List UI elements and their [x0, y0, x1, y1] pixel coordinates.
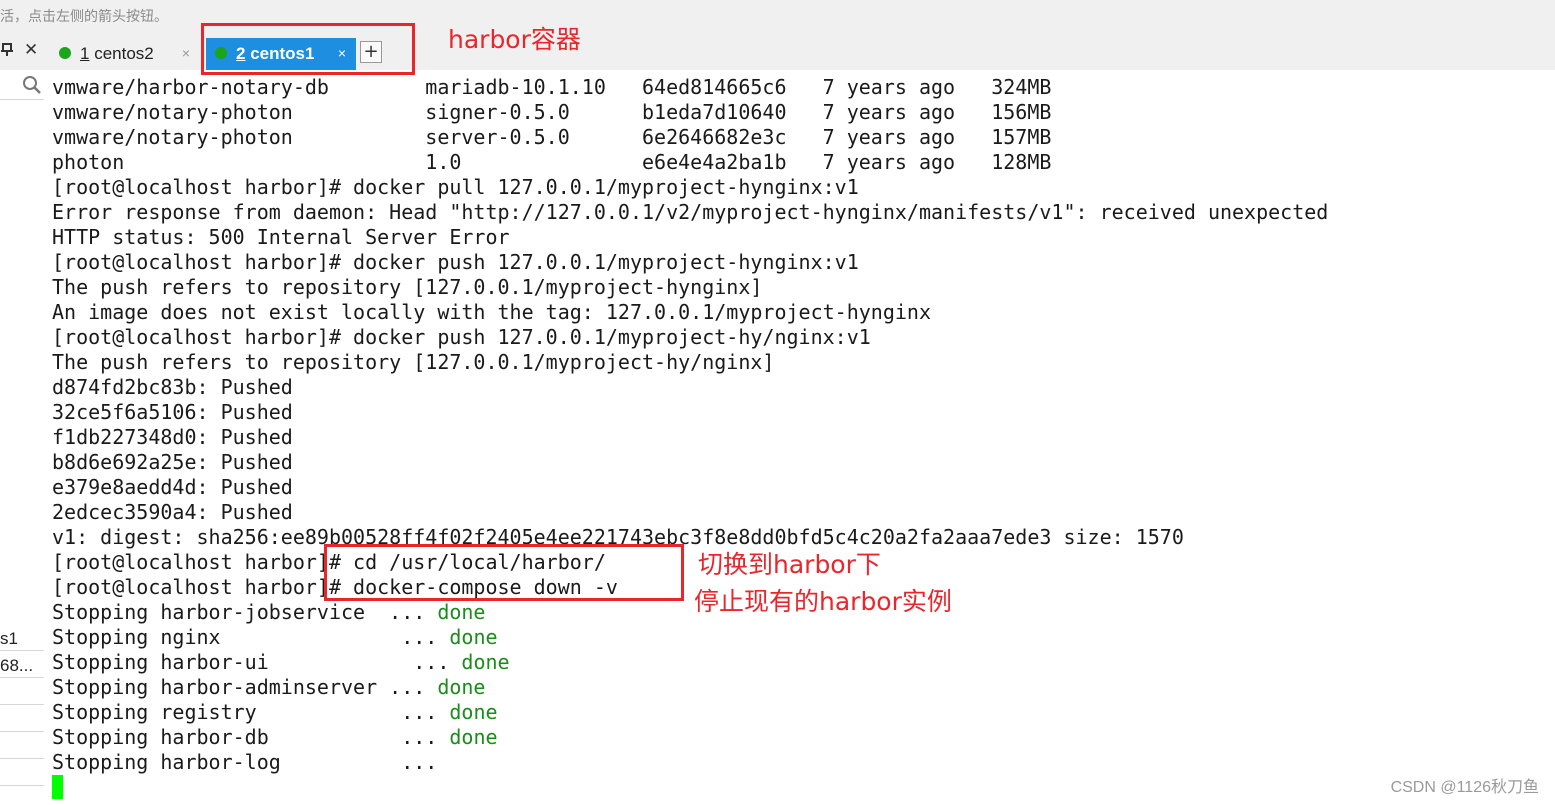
watermark: CSDN @1126秋刀鱼: [1390, 779, 1539, 796]
terminal-line: vmware/notary-photon server-0.5.0 6e2646…: [52, 125, 1052, 149]
terminal-line: Stopping nginx ... done: [52, 625, 498, 649]
sidebar-item[interactable]: s1: [0, 626, 44, 651]
connected-status-icon: [59, 47, 71, 59]
terminal-output[interactable]: vmware/harbor-notary-db mariadb-10.1.10 …: [44, 70, 1555, 805]
status-done: done: [437, 675, 486, 699]
sidebar-item[interactable]: [0, 680, 44, 705]
tab-name: centos2: [94, 44, 154, 63]
top-hint-text: 活，点击左侧的箭头按钮。: [0, 9, 168, 25]
terminal-line: 2edcec3590a4: Pushed: [52, 500, 293, 524]
terminal-line: The push refers to repository [127.0.0.1…: [52, 350, 775, 374]
panel-close-icon[interactable]: ✕: [24, 40, 38, 60]
terminal-line: vmware/notary-photon signer-0.5.0 b1eda7…: [52, 100, 1052, 124]
terminal-line: [root@localhost harbor]# docker push 127…: [52, 325, 871, 349]
status-done: done: [437, 600, 486, 624]
terminal-line: An image does not exist locally with the…: [52, 300, 931, 324]
tab-number: 1: [80, 44, 90, 63]
status-done: done: [461, 650, 510, 674]
status-done: done: [449, 725, 498, 749]
terminal-line: The push refers to repository [127.0.0.1…: [52, 275, 763, 299]
status-done: done: [449, 625, 498, 649]
terminal-line: Stopping harbor-adminserver ... done: [52, 675, 486, 699]
terminal-line: 32ce5f6a5106: Pushed: [52, 400, 293, 424]
terminal-line: Stopping harbor-ui ... done: [52, 650, 510, 674]
terminal-line: [root@localhost harbor]# docker pull 127…: [52, 175, 859, 199]
search-icon[interactable]: [22, 75, 42, 99]
sidebar-item[interactable]: [0, 707, 44, 732]
terminal-line: f1db227348d0: Pushed: [52, 425, 293, 449]
sidebar-item[interactable]: [0, 761, 44, 786]
terminal-line: Stopping registry ... done: [52, 700, 498, 724]
terminal-line: Stopping harbor-jobservice ... done: [52, 600, 486, 624]
terminal-line: vmware/harbor-notary-db mariadb-10.1.10 …: [52, 75, 1052, 99]
pin-icon[interactable]: [0, 43, 14, 61]
terminal-line: Stopping harbor-db ... done: [52, 725, 498, 749]
annotation-tab-label: harbor容器: [448, 25, 581, 54]
terminal-cursor: [52, 775, 63, 799]
tab-centos2[interactable]: 1 centos2 ×: [50, 38, 200, 70]
annotation-box-tab: [201, 23, 415, 75]
tab-close-icon[interactable]: ×: [182, 38, 190, 69]
tab-label: 1 centos2: [80, 38, 154, 69]
terminal-line: Error response from daemon: Head "http:/…: [52, 200, 1329, 224]
terminal-line: e379e8aedd4d: Pushed: [52, 475, 293, 499]
sidebar-search[interactable]: [0, 70, 44, 100]
terminal-line: d874fd2bc83b: Pushed: [52, 375, 293, 399]
sidebar-item[interactable]: [0, 734, 44, 759]
terminal-line: HTTP status: 500 Internal Server Error: [52, 225, 510, 249]
sidebar-item[interactable]: 68...: [0, 653, 44, 678]
annotation-command-label-2: 停止现有的harbor实例: [694, 587, 952, 616]
terminal-line: b8d6e692a25e: Pushed: [52, 450, 293, 474]
status-done: done: [449, 700, 498, 724]
annotation-box-commands: [324, 544, 684, 601]
annotation-command-label-1: 切换到harbor下: [698, 550, 881, 579]
terminal-line: [root@localhost harbor]# docker push 127…: [52, 250, 859, 274]
terminal-line: Stopping harbor-log ...: [52, 750, 438, 774]
terminal-line: photon 1.0 e6e4e4a2ba1b 7 years ago 128M…: [52, 150, 1052, 174]
